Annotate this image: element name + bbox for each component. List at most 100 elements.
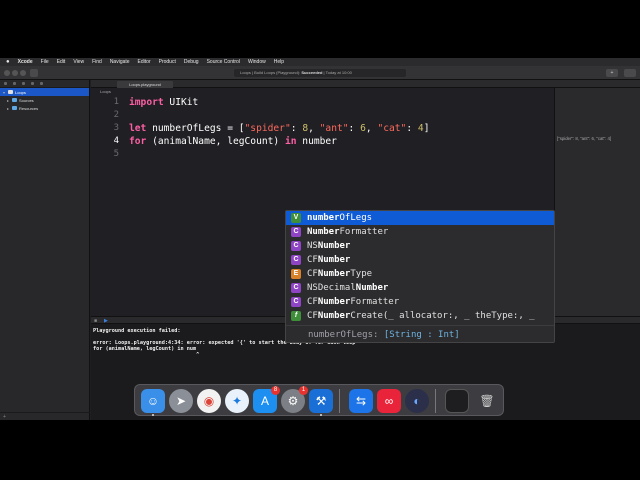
code-line-3[interactable]: let numberOfLegs = ["spider": 8, "ant": … — [129, 122, 429, 135]
app-store-icon[interactable]: A8 — [253, 386, 280, 413]
jump-bar-path[interactable]: Loops — [91, 89, 111, 95]
completion-item[interactable]: C CF Number — [286, 253, 554, 267]
close-window-button[interactable] — [4, 70, 10, 76]
line-number: 1 — [113, 97, 119, 107]
completion-item[interactable]: E CF Number Type — [286, 267, 554, 281]
string-literal: "ant" — [319, 123, 349, 134]
nav-item-label: Loops — [15, 89, 26, 95]
xcode-icon[interactable]: ⚒ — [309, 389, 333, 413]
console-line: ^ — [93, 352, 200, 358]
completion-text: Formatter — [339, 227, 389, 237]
line-number-gutter: 1 2 3 4 5 — [91, 96, 121, 306]
completion-text: NS — [307, 241, 318, 251]
completion-match: Number — [355, 283, 389, 293]
find-tab-icon[interactable] — [31, 82, 34, 85]
completion-match: Number — [307, 227, 340, 237]
class-kind-icon: C — [291, 283, 301, 293]
menu-debug[interactable]: Debug — [184, 59, 199, 65]
safari-icon[interactable]: ✦ — [225, 389, 249, 413]
completion-item[interactable]: C NS Number — [286, 239, 554, 253]
completion-text: CF — [307, 311, 318, 321]
code-text: , — [365, 123, 378, 134]
code-text: numberOfLegs = [ — [146, 123, 245, 134]
teamviewer-icon[interactable]: ⇆ — [349, 389, 373, 413]
completion-text: OfLegs — [339, 213, 373, 223]
completion-item[interactable]: C NSDecimal Number — [286, 281, 554, 295]
menu-editor[interactable]: Editor — [138, 59, 151, 65]
running-indicator — [152, 414, 154, 416]
string-literal: "spider" — [244, 123, 291, 134]
nav-item-label: Sources — [19, 97, 34, 103]
disclosure-closed-icon[interactable]: ▸ — [6, 98, 10, 103]
playground-icon — [8, 90, 13, 94]
inspector-toggle-button[interactable] — [624, 69, 636, 77]
minimize-window-button[interactable] — [12, 70, 18, 76]
chrome-icon[interactable]: ◉ — [197, 389, 221, 413]
add-file-icon[interactable]: + — [3, 414, 6, 420]
symbol-tab-icon[interactable] — [22, 82, 25, 85]
creative-cloud-icon[interactable]: ∞ — [377, 389, 401, 413]
disclosure-open-icon[interactable]: ▾ — [2, 90, 6, 95]
trash-icon[interactable]: 🗑 — [475, 389, 499, 413]
library-add-button[interactable]: + — [606, 69, 618, 77]
menu-help[interactable]: Help — [274, 59, 284, 65]
menu-view[interactable]: View — [73, 59, 84, 65]
completion-item-numberOfLegs[interactable]: Vnumber OfLegs — [286, 211, 554, 225]
code-line-4[interactable]: for (animalName, legCount) in number — [129, 135, 337, 148]
code-text: : — [290, 123, 303, 134]
completion-text: CF — [307, 269, 318, 279]
finder-icon[interactable]: ☺ — [141, 389, 165, 413]
completion-item[interactable]: C CF Number Formatter — [286, 295, 554, 309]
navigator-tabs — [0, 80, 89, 88]
menu-window[interactable]: Window — [248, 59, 266, 65]
class-kind-icon: C — [291, 297, 301, 307]
menu-edit[interactable]: Edit — [57, 59, 66, 65]
status-prefix: Loops | Build Loops (Playground): — [240, 70, 302, 75]
autocomplete-popup: Vnumber OfLegs C Number Formatter C NS Number… — [285, 210, 555, 343]
keyword: in — [284, 136, 297, 147]
detail-symbol-name: numberOfLegs: — [308, 330, 384, 340]
browser-icon[interactable]: ◐ — [405, 389, 429, 413]
tab-bar: Loops.playground — [91, 80, 640, 88]
apple-menu-icon[interactable]: ● — [6, 59, 10, 65]
issue-tab-icon[interactable] — [40, 82, 43, 85]
menu-navigate[interactable]: Navigate — [110, 59, 130, 65]
enum-kind-icon: E — [291, 269, 301, 279]
menu-product[interactable]: Product — [159, 59, 176, 65]
system-preferences-icon[interactable]: ⚙ 1 — [281, 386, 308, 413]
menu-bar: ● Xcode File Edit View Find Navigate Edi… — [0, 58, 640, 66]
code-line-1[interactable]: import UIKit — [129, 96, 198, 109]
folder-icon — [12, 98, 17, 102]
nav-item-label: Resources — [19, 105, 39, 111]
class-kind-icon: C — [291, 241, 301, 251]
variable-kind-icon: V — [291, 213, 301, 223]
line-number: 5 — [113, 149, 119, 159]
code-text: : — [348, 123, 361, 134]
menu-find[interactable]: Find — [92, 59, 102, 65]
result-value[interactable]: ["spider": 8, "ant": 6, "cat": 4] — [557, 136, 639, 141]
project-navigator: ▾ Loops ▸ Sources ▸ Resources + — [0, 80, 90, 420]
navigator-toggle-button[interactable] — [30, 69, 38, 77]
menu-source-control[interactable]: Source Control — [207, 59, 240, 65]
completion-item[interactable]: f CF Number Create(_ allocator:, _ theType:… — [286, 309, 554, 323]
source-control-tab-icon[interactable] — [13, 82, 16, 85]
completion-text: Formatter — [350, 297, 400, 307]
window-toolbar: Loops | Build Loops (Playground): Succee… — [0, 66, 640, 80]
menu-file[interactable]: File — [41, 59, 49, 65]
completion-match: Number — [317, 269, 351, 279]
folder-tab-icon[interactable] — [4, 82, 7, 85]
nav-item-loops[interactable]: ▾ Loops — [0, 88, 89, 96]
launchpad-icon[interactable]: ➤ — [169, 389, 193, 413]
menu-app-name[interactable]: Xcode — [18, 59, 33, 65]
completion-item[interactable]: C Number Formatter — [286, 225, 554, 239]
disclosure-closed-icon[interactable]: ▸ — [6, 106, 10, 111]
nav-item-resources[interactable]: ▸ Resources — [0, 104, 89, 112]
tab-loops-playground[interactable]: Loops.playground — [117, 81, 173, 88]
completion-text: Type — [350, 269, 373, 279]
window-thumbnail-icon[interactable] — [445, 389, 469, 413]
code-text: number — [296, 136, 337, 147]
nav-item-sources[interactable]: ▸ Sources — [0, 96, 89, 104]
zoom-window-button[interactable] — [20, 70, 26, 76]
keyword: let — [129, 123, 147, 134]
class-kind-icon: C — [291, 227, 301, 237]
